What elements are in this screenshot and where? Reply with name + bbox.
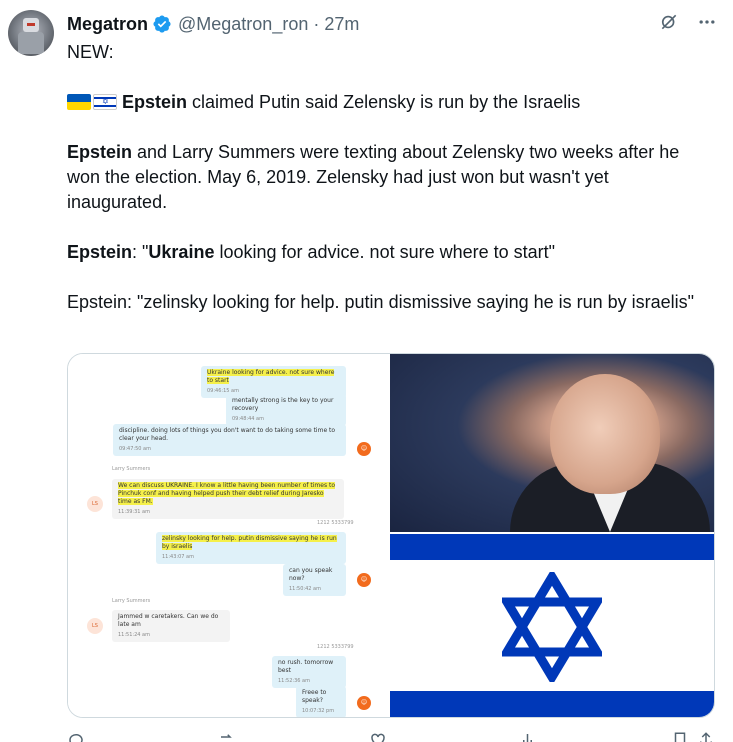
chat-timestamp: 11:39:31 am <box>118 509 150 515</box>
tweet-text: NEW: ✡ Epstein claimed Putin said Zelens… <box>67 40 707 315</box>
chat-message-text: no rush. tomorrow best <box>278 659 334 674</box>
chat-phone-number: 1212 5333799 <box>317 644 354 650</box>
chat-message-text: Jammed w caretakers. Can we do late am <box>118 613 219 628</box>
media-photo-portrait[interactable] <box>390 354 714 534</box>
avatar-robot-eye <box>27 23 35 26</box>
sender-avatar: ☺ <box>357 573 371 587</box>
bookmark-share-group <box>671 730 715 742</box>
media-right-column <box>390 354 714 717</box>
chat-log: — —— —— Ukraine looking for advice. not … <box>68 353 390 717</box>
header-actions <box>659 12 717 37</box>
chat-top-meta: — —— —— <box>316 353 345 357</box>
chat-phone-number: 1212 5333799 <box>317 520 354 526</box>
chat-message-text: can you speak now? <box>289 567 333 582</box>
views-button[interactable] <box>520 730 538 742</box>
star-of-david-icon <box>502 572 602 682</box>
chat-sender-name: Larry Summers <box>112 466 151 472</box>
chat-timestamp: 09:48:44 am <box>232 416 264 422</box>
chat-timestamp: 10:07:32 pm <box>302 708 335 714</box>
heart-icon <box>371 733 385 742</box>
chat-message-text: Ukraine looking for advice. not sure whe… <box>207 369 335 384</box>
chat-message: discipline. doing lots of things you don… <box>113 424 346 456</box>
tweet-actions <box>67 730 715 742</box>
portrait-face <box>550 374 660 494</box>
chat-timestamp: 11:51:24 am <box>118 632 150 638</box>
flag-stripe-top <box>390 534 714 560</box>
para2-bold: Epstein <box>67 142 133 162</box>
headline-rest: claimed Putin said Zelensky is run by th… <box>187 92 581 112</box>
chat-sender-name: Larry Summers <box>112 598 151 604</box>
bookmark-icon[interactable] <box>671 731 689 742</box>
ls-avatar: LS <box>87 618 103 634</box>
chat-message-text: zelinsky looking for help. putin dismiss… <box>162 535 337 550</box>
israel-flag-icon: ✡ <box>93 94 117 110</box>
repost-button[interactable] <box>218 730 236 742</box>
share-icon[interactable] <box>697 731 715 742</box>
ls-avatar: LS <box>87 496 103 512</box>
para3-mid: : " <box>132 242 149 262</box>
tweet-media[interactable]: — —— —— Ukraine looking for advice. not … <box>67 353 715 718</box>
tweet-line-new: NEW: <box>67 42 114 62</box>
grok-icon[interactable] <box>659 12 679 37</box>
para3-bold1: Epstein <box>67 242 133 262</box>
tweet-paragraph-4: Epstein: "zelinsky looking for help. put… <box>67 292 695 312</box>
chat-message-text: We can discuss UKRAINE. I know a little … <box>118 482 336 505</box>
tweet-paragraph-3: Epstein: "Ukraine looking for advice. no… <box>67 240 707 265</box>
chat-timestamp: 11:52:36 am <box>278 678 310 684</box>
chat-message: can you speak now? 11:50:42 am <box>283 564 346 596</box>
chat-message-text: Freee to speak? <box>302 689 327 704</box>
tweet-headline: ✡ Epstein claimed Putin said Zelensky is… <box>67 90 707 115</box>
separator-dot: · <box>313 13 320 34</box>
more-icon[interactable] <box>697 12 717 37</box>
reply-icon <box>69 733 83 742</box>
sender-avatar: ☺ <box>357 696 371 710</box>
para3-rest: looking for advice. not sure where to st… <box>214 242 556 262</box>
tweet-time[interactable]: 27m <box>324 14 359 35</box>
chat-message: We can discuss UKRAINE. I know a little … <box>112 479 344 519</box>
tweet-paragraph-2: Epstein and Larry Summers were texting a… <box>67 140 707 215</box>
views-icon <box>523 734 532 742</box>
chat-message-text: mentally strong is the key to your recov… <box>232 397 334 412</box>
chat-message: mentally strong is the key to your recov… <box>226 394 346 426</box>
sender-avatar: ☺ <box>357 442 371 456</box>
avatar[interactable] <box>8 10 54 56</box>
para2-rest: and Larry Summers were texting about Zel… <box>67 142 680 212</box>
avatar-robot-body <box>18 32 44 54</box>
chat-message-text: discipline. doing lots of things you don… <box>119 427 336 442</box>
media-israel-flag[interactable] <box>390 534 714 717</box>
chat-message: Jammed w caretakers. Can we do late am 1… <box>112 610 230 642</box>
chat-timestamp: 11:43:07 am <box>162 554 194 560</box>
reply-button[interactable] <box>67 730 85 742</box>
ukraine-flag-icon <box>67 94 91 110</box>
like-button[interactable] <box>369 730 387 742</box>
author-handle[interactable]: @Megatron_ron <box>178 14 308 35</box>
chat-message: zelinsky looking for help. putin dismiss… <box>156 532 346 564</box>
chat-message: Freee to speak? 10:07:32 pm <box>296 686 346 717</box>
repost-icon <box>221 734 232 738</box>
flag-stripe-bottom <box>390 691 714 717</box>
verified-badge-icon[interactable] <box>152 14 172 34</box>
headline-bold: Epstein <box>122 92 188 112</box>
chat-timestamp: 11:50:42 am <box>289 586 321 592</box>
chat-message: no rush. tomorrow best 11:52:36 am <box>272 656 346 688</box>
tweet-header: Megatron @Megatron_ron · 27m <box>67 13 703 35</box>
para3-bold2: Ukraine <box>148 242 215 262</box>
chat-timestamp: 09:47:50 am <box>119 446 151 452</box>
media-chat-screenshot[interactable]: — —— —— Ukraine looking for advice. not … <box>68 354 390 717</box>
author-name[interactable]: Megatron <box>67 14 148 35</box>
